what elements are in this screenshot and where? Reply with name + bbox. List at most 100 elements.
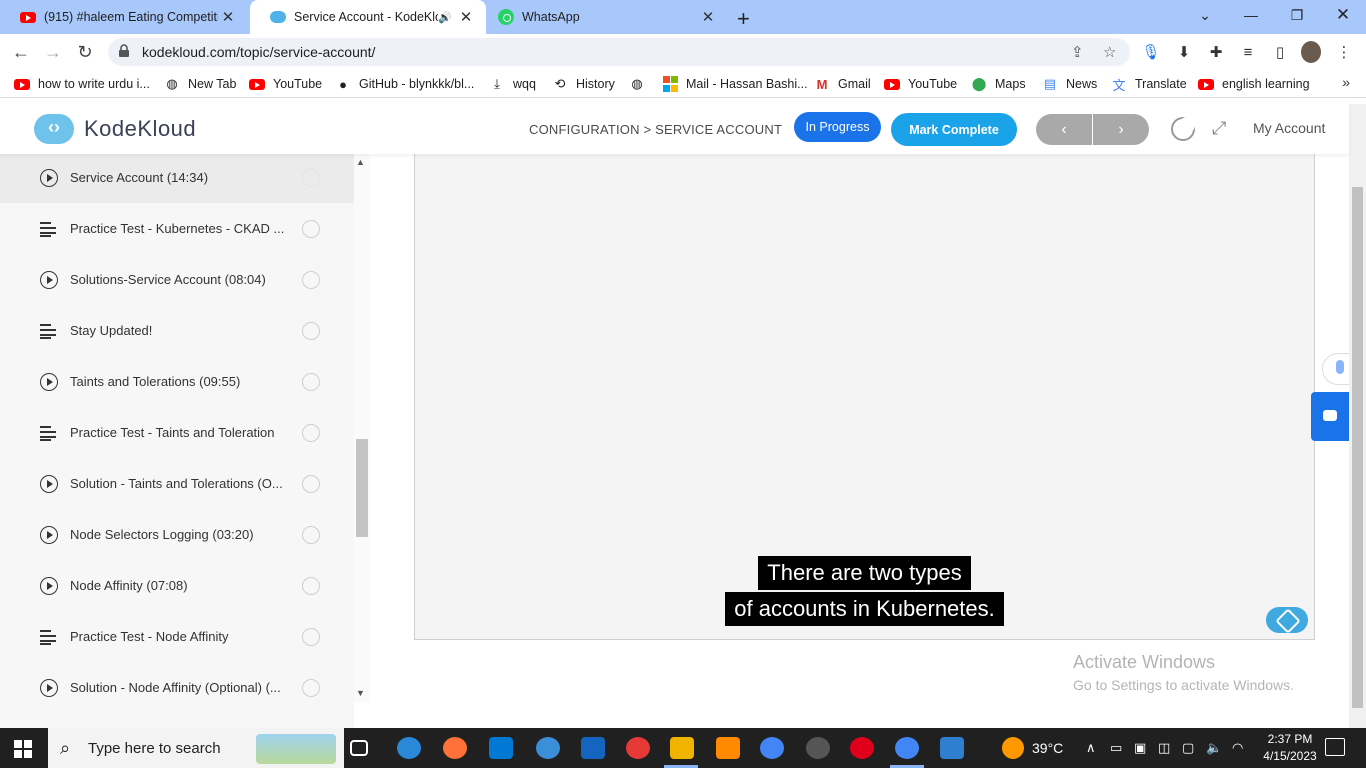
completion-circle-icon[interactable] bbox=[302, 474, 320, 493]
bookmark-item[interactable]: how to write urdu i... bbox=[14, 76, 150, 92]
bookmark-item[interactable]: ● GitHub - blynkkk/bl... bbox=[335, 76, 474, 92]
tab-whatsapp[interactable]: WhatsApp ✕ bbox=[488, 0, 728, 34]
reload-icon[interactable]: ↻ bbox=[74, 41, 96, 63]
completion-circle-icon[interactable] bbox=[302, 219, 320, 238]
list-item[interactable]: Solution - Node Affinity (Optional) (... bbox=[0, 662, 354, 713]
weather-sun-icon[interactable] bbox=[1002, 737, 1024, 759]
opera-icon[interactable] bbox=[850, 737, 874, 759]
mark-complete-button[interactable]: Mark Complete bbox=[891, 113, 1017, 146]
speaker-icon[interactable]: 🔊 bbox=[438, 11, 452, 24]
back-icon[interactable]: ← bbox=[10, 41, 32, 63]
completion-circle-icon[interactable] bbox=[302, 372, 320, 391]
bookmark-item[interactable]: M Gmail bbox=[814, 76, 871, 92]
completion-circle-icon[interactable] bbox=[302, 270, 320, 289]
taskbar-clock[interactable]: 2:37 PM 4/15/2023 bbox=[1258, 731, 1322, 765]
bookmark-item[interactable]: Mail - Hassan Bashi... bbox=[662, 76, 808, 92]
list-item[interactable]: Practice Test - Taints and Toleration bbox=[0, 407, 354, 458]
bookmark-item[interactable]: ⬤ Maps bbox=[971, 76, 1026, 92]
completion-circle-icon[interactable] bbox=[302, 627, 320, 646]
my-account-link[interactable]: My Account bbox=[1253, 120, 1325, 136]
share-icon[interactable]: ⇪ bbox=[1071, 43, 1084, 61]
close-icon[interactable]: ✕ bbox=[698, 8, 718, 26]
lock-icon[interactable] bbox=[118, 44, 130, 58]
scroll-down-arrow-icon[interactable]: ▼ bbox=[356, 688, 365, 698]
dark-mode-moon-icon[interactable] bbox=[1171, 117, 1195, 141]
sidebar-scrollbar-thumb[interactable] bbox=[356, 439, 368, 537]
list-item[interactable]: Stay Updated! bbox=[0, 305, 354, 356]
scroll-up-arrow-icon[interactable]: ▲ bbox=[356, 157, 365, 167]
list-item[interactable]: Taints and Tolerations (09:55) bbox=[0, 356, 354, 407]
video-player[interactable]: There are two types of accounts in Kuber… bbox=[414, 154, 1315, 640]
omnibox[interactable]: kodekloud.com/topic/service-account/ ⇪ ☆ bbox=[108, 38, 1130, 66]
extensions-puzzle-icon[interactable]: ✚ bbox=[1206, 42, 1226, 62]
wifi-icon[interactable]: ◠ bbox=[1232, 740, 1243, 756]
snail-app-icon[interactable] bbox=[626, 737, 650, 759]
close-icon[interactable]: ✕ bbox=[218, 8, 238, 26]
list-item[interactable]: Solutions-Service Account (08:04) bbox=[0, 254, 354, 305]
completion-circle-icon[interactable] bbox=[302, 423, 320, 442]
bookmark-item[interactable]: 文 Translate bbox=[1111, 76, 1186, 93]
minimize-icon[interactable]: — bbox=[1228, 0, 1274, 30]
settings-gear-app-icon[interactable] bbox=[716, 737, 740, 759]
tab-youtube[interactable]: (915) #haleem Eating Competitio ✕ bbox=[0, 0, 248, 34]
previous-lesson-button[interactable]: ‹ bbox=[1036, 114, 1092, 145]
bookmark-item[interactable]: ◍ bbox=[629, 76, 653, 92]
forward-icon[interactable]: → bbox=[42, 41, 64, 63]
firefox-icon[interactable] bbox=[443, 737, 467, 759]
media-queue-icon[interactable]: ≡ bbox=[1238, 42, 1258, 62]
tray-overflow-chevron-icon[interactable]: ∧ bbox=[1086, 740, 1096, 756]
windows-start-icon[interactable] bbox=[14, 740, 32, 758]
tray-network-icon[interactable]: ▣ bbox=[1134, 740, 1146, 756]
profile-avatar-icon[interactable] bbox=[1301, 41, 1321, 63]
volume-icon[interactable]: 🔈 bbox=[1206, 740, 1222, 756]
list-item[interactable]: Service Account (14:34) bbox=[0, 154, 354, 203]
bookmarks-overflow-icon[interactable]: » bbox=[1342, 74, 1350, 90]
restore-icon[interactable]: ❐ bbox=[1274, 0, 1320, 30]
tab-kodekloud[interactable]: Service Account - KodeKloud 🔊 ✕ bbox=[250, 0, 486, 34]
bookmark-item[interactable]: ⤓ wqq bbox=[489, 76, 536, 92]
bookmark-item[interactable]: ▤ News bbox=[1042, 76, 1097, 92]
notification-center-icon[interactable] bbox=[1325, 738, 1345, 756]
bookmark-item[interactable]: ◍ New Tab bbox=[164, 76, 236, 92]
chrome-icon[interactable] bbox=[760, 737, 784, 759]
list-item[interactable]: Node Selectors Logging (03:20) bbox=[0, 509, 354, 560]
close-icon[interactable]: ✕ bbox=[456, 8, 476, 26]
chrome-active-icon[interactable] bbox=[895, 737, 919, 759]
bookmark-item[interactable]: ⟲ History bbox=[552, 76, 615, 92]
list-item[interactable]: Solution - Taints and Tolerations (O... bbox=[0, 458, 354, 509]
chat-bubble-icon[interactable] bbox=[1311, 392, 1349, 441]
new-tab-icon[interactable]: + bbox=[737, 6, 750, 32]
tray-screen-icon[interactable]: ▢ bbox=[1182, 740, 1194, 756]
list-item[interactable]: Practice Test - Kubernetes - CKAD ... bbox=[0, 203, 354, 254]
sidebar-scrollbar[interactable] bbox=[354, 154, 370, 702]
completion-circle-icon[interactable] bbox=[302, 525, 320, 544]
tab-search-chevron-icon[interactable]: ⌄ bbox=[1182, 0, 1228, 30]
photos-app-icon[interactable] bbox=[940, 737, 964, 759]
list-item[interactable]: Node Affinity (07:08) bbox=[0, 560, 354, 611]
fullscreen-expand-icon[interactable]: ⤢ bbox=[1212, 118, 1226, 139]
list-item[interactable]: Practice Test - Node Affinity bbox=[0, 611, 354, 662]
edge-browser-icon[interactable] bbox=[397, 737, 421, 759]
completion-circle-icon[interactable] bbox=[302, 321, 320, 340]
next-lesson-button[interactable]: › bbox=[1093, 114, 1149, 145]
bookmark-item[interactable]: YouTube bbox=[884, 76, 957, 92]
kodekloud-logo[interactable]: KodeKloud bbox=[34, 114, 196, 144]
download-extension-icon[interactable]: ⬇ bbox=[1174, 42, 1194, 62]
page-scrollbar-thumb[interactable] bbox=[1352, 187, 1363, 708]
completion-circle-icon[interactable] bbox=[302, 168, 320, 187]
menu-kebab-icon[interactable]: ⋮ bbox=[1334, 42, 1354, 62]
side-panel-icon[interactable]: ▯ bbox=[1270, 42, 1290, 62]
bookmark-item[interactable]: english learning bbox=[1198, 76, 1310, 92]
in-progress-button[interactable]: In Progress bbox=[794, 112, 881, 142]
tray-webcam-icon[interactable]: ◫ bbox=[1158, 740, 1170, 756]
task-view-icon[interactable] bbox=[350, 740, 368, 756]
completion-circle-icon[interactable] bbox=[302, 678, 320, 697]
file-explorer-icon[interactable] bbox=[670, 737, 694, 759]
microphone-icon[interactable]: 🎙 bbox=[1141, 42, 1161, 62]
camera-app-icon[interactable] bbox=[806, 737, 830, 759]
completion-circle-icon[interactable] bbox=[302, 576, 320, 595]
mail-icon[interactable] bbox=[581, 737, 605, 759]
window-close-icon[interactable]: ✕ bbox=[1320, 0, 1366, 30]
microsoft-store-icon[interactable] bbox=[489, 737, 513, 759]
tray-battery-icon[interactable]: ▭ bbox=[1110, 740, 1122, 756]
